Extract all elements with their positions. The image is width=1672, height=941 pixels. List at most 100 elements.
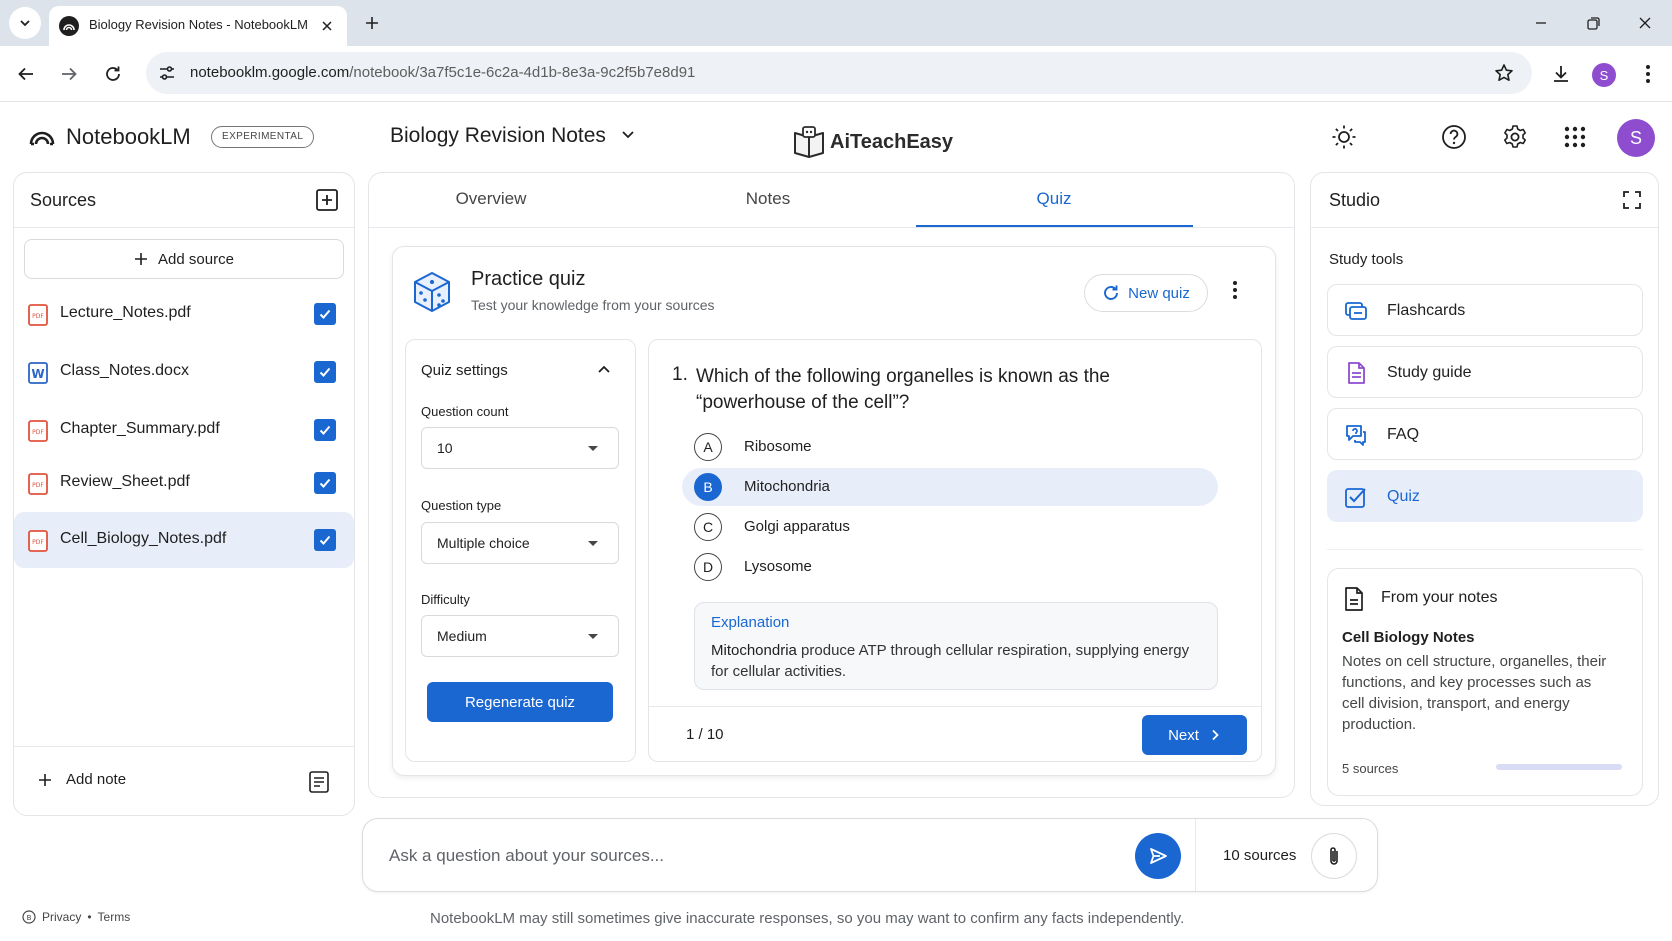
- attach-button[interactable]: [1311, 833, 1357, 879]
- disclaimer-text: NotebookLM may still sometimes give inac…: [430, 910, 1185, 927]
- paperclip-icon: [1330, 847, 1338, 865]
- divider: [1327, 549, 1643, 550]
- difficulty-select[interactable]: Medium: [421, 615, 619, 657]
- dropdown-arrow-icon: [588, 541, 598, 546]
- settings-button[interactable]: [1497, 119, 1533, 155]
- chevron-up-icon[interactable]: [596, 362, 612, 378]
- address-bar[interactable]: notebooklm.google.com/notebook/3a7f5c1e-…: [146, 52, 1532, 94]
- divider: [1311, 227, 1658, 228]
- pdf-file-icon: PDF: [28, 530, 48, 552]
- question-count-label: Question count: [421, 404, 509, 419]
- option-text: Golgi apparatus: [744, 518, 850, 535]
- question-type-select[interactable]: Multiple choice: [421, 522, 619, 564]
- answer-option-d[interactable]: D Lysosome: [682, 548, 1218, 586]
- footer-separator: •: [87, 910, 92, 924]
- question-text: Which of the following organelles is kno…: [696, 366, 1111, 413]
- study-guide-button[interactable]: Study guide: [1327, 346, 1643, 398]
- tab-overview[interactable]: Overview: [353, 189, 629, 209]
- checkmark-icon: [319, 425, 331, 435]
- user-avatar[interactable]: S: [1617, 119, 1655, 157]
- sources-title: Sources: [30, 190, 97, 210]
- quiz-button[interactable]: Quiz: [1327, 470, 1643, 522]
- gear-icon: [1504, 125, 1526, 148]
- divider: [1195, 819, 1196, 891]
- new-tab-button[interactable]: [358, 9, 386, 37]
- terms-link[interactable]: Terms: [98, 910, 131, 924]
- next-question-button[interactable]: Next: [1142, 715, 1247, 755]
- notebook-title[interactable]: Biology Revision Notes: [390, 124, 606, 148]
- browser-tab[interactable]: Biology Revision Notes - NotebookLM: [49, 6, 347, 46]
- privacy-link[interactable]: Privacy: [42, 910, 81, 924]
- source-name: Cell_Biology_Notes.pdf: [60, 530, 227, 547]
- answer-option-a[interactable]: A Ribosome: [682, 428, 1218, 466]
- tab-search-button[interactable]: [9, 7, 41, 39]
- add-note-button[interactable]: Add note: [38, 771, 126, 788]
- help-button[interactable]: [1436, 119, 1472, 155]
- minimize-window-button[interactable]: [1518, 8, 1564, 38]
- divider: [13, 746, 355, 747]
- more-vertical-icon[interactable]: [1232, 280, 1238, 300]
- source-item-chapter-summary[interactable]: PDF Chapter_Summary.pdf: [14, 402, 354, 458]
- restore-window-button[interactable]: [1570, 8, 1616, 38]
- source-name: Lecture_Notes.pdf: [60, 304, 191, 321]
- browser-profile-avatar[interactable]: S: [1592, 63, 1616, 87]
- source-item-review-sheet[interactable]: PDF Review_Sheet.pdf: [14, 455, 354, 511]
- close-window-button[interactable]: [1622, 8, 1668, 38]
- forward-button[interactable]: [53, 58, 85, 90]
- fullscreen-icon[interactable]: [1622, 190, 1642, 210]
- source-item-lecture-notes[interactable]: PDF Lecture_Notes.pdf: [14, 286, 354, 342]
- source-checkbox[interactable]: [314, 361, 336, 383]
- flashcards-icon: [1344, 299, 1368, 323]
- reload-button[interactable]: [97, 58, 129, 90]
- help-icon: [1442, 125, 1466, 149]
- download-icon: [1554, 66, 1568, 82]
- add-source-button[interactable]: Add source: [24, 239, 344, 279]
- apps-launcher-button[interactable]: [1557, 119, 1593, 155]
- note-card[interactable]: From your notes Cell Biology Notes Notes…: [1327, 568, 1643, 796]
- question-number: 1.: [672, 364, 688, 385]
- add-source-square-icon[interactable]: [316, 189, 338, 211]
- bookmark-star-icon[interactable]: [1494, 63, 1514, 83]
- pdf-file-icon: PDF: [28, 304, 48, 326]
- flashcards-button[interactable]: Flashcards: [1327, 284, 1643, 336]
- chevron-down-icon[interactable]: [620, 126, 636, 142]
- tab-quiz[interactable]: Quiz: [916, 189, 1192, 209]
- arrow-left-icon: [18, 67, 33, 81]
- tab-notes[interactable]: Notes: [630, 189, 906, 209]
- svg-text:PDF: PDF: [32, 313, 44, 320]
- close-tab-icon[interactable]: [317, 16, 337, 36]
- chat-input[interactable]: Ask a question about your sources...: [389, 846, 664, 866]
- footer-links: B Privacy • Terms: [22, 910, 130, 924]
- source-checkbox[interactable]: [314, 472, 336, 494]
- tool-label: FAQ: [1387, 426, 1420, 443]
- option-text: Mitochondria: [744, 478, 830, 495]
- source-item-class-notes[interactable]: W Class_Notes.docx: [14, 344, 354, 400]
- privacy-shield-icon: B: [22, 910, 36, 924]
- regenerate-quiz-button[interactable]: Regenerate quiz: [427, 682, 613, 722]
- source-item-cell-biology-notes[interactable]: PDF Cell_Biology_Notes.pdf: [14, 512, 354, 568]
- checkmark-icon: [319, 535, 331, 545]
- faq-button[interactable]: FAQ: [1327, 408, 1643, 460]
- new-quiz-button[interactable]: New quiz: [1084, 274, 1208, 312]
- back-button[interactable]: [10, 58, 42, 90]
- answer-option-b[interactable]: B Mitochondria: [682, 468, 1218, 506]
- answer-option-c[interactable]: C Golgi apparatus: [682, 508, 1218, 546]
- source-checkbox[interactable]: [314, 529, 336, 551]
- notes-list-icon[interactable]: [309, 771, 329, 793]
- source-checkbox[interactable]: [314, 419, 336, 441]
- dropdown-arrow-icon: [588, 446, 598, 451]
- source-checkbox[interactable]: [314, 303, 336, 325]
- send-button[interactable]: [1135, 833, 1181, 879]
- site-settings-icon[interactable]: [158, 64, 176, 82]
- plus-icon: [366, 17, 378, 29]
- notebooklm-favicon-icon: [59, 16, 79, 36]
- divider: [369, 227, 1294, 228]
- downloads-button[interactable]: [1545, 58, 1577, 90]
- question-type-label: Question type: [421, 498, 502, 513]
- browser-menu-button[interactable]: [1632, 58, 1664, 90]
- theme-toggle-button[interactable]: [1326, 119, 1362, 155]
- chat-bar: Ask a question about your sources... 10 …: [362, 818, 1378, 892]
- checkmark-icon: [319, 309, 331, 319]
- question-count-select[interactable]: 10: [421, 427, 619, 469]
- svg-text:B: B: [27, 914, 32, 922]
